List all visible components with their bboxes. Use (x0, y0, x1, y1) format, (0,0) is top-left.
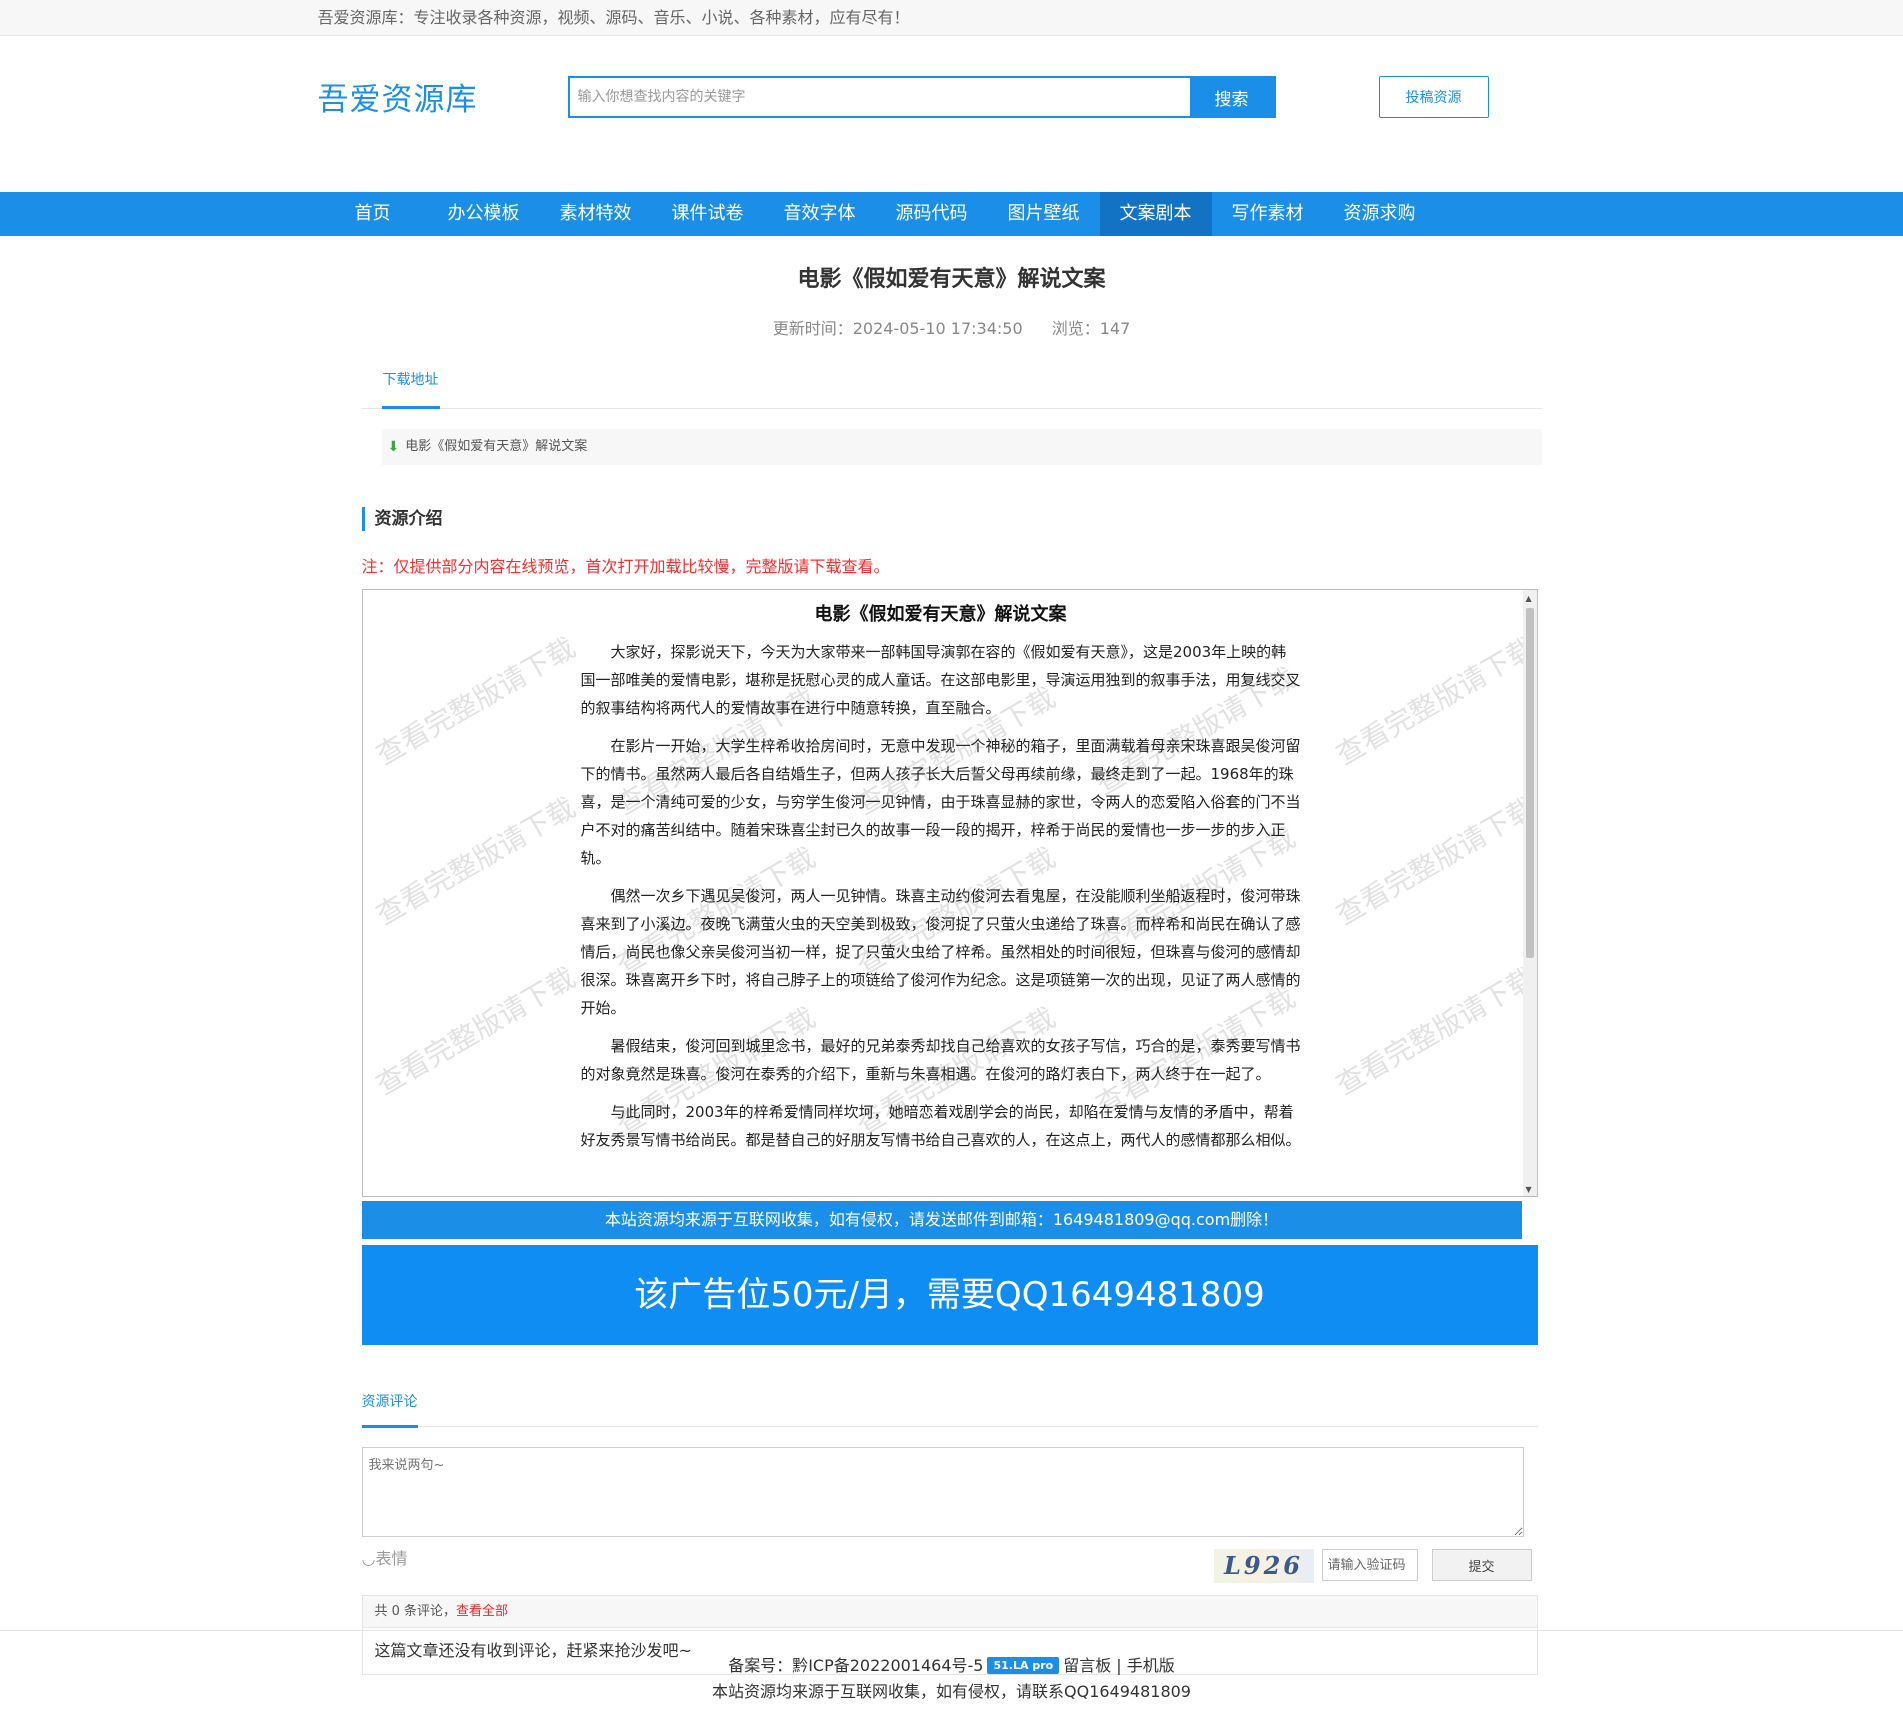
view-count: 浏览：147 (1051, 319, 1131, 338)
watermark: 查看完整版请下载 (1330, 791, 1538, 932)
comment-textarea[interactable] (361, 1447, 1524, 1537)
search-button[interactable]: 搜索 (1189, 78, 1274, 116)
nav-item-courseware[interactable]: 课件试卷 (652, 192, 764, 236)
top-bar: 吾爱资源库：专注收录各种资源，视频、源码、音乐、小说、各种素材，应有尽有！ (0, 0, 1903, 36)
article-meta: 更新时间：2024-05-10 17:34:50 浏览：147 (362, 315, 1542, 339)
nav-list: 首页 办公模板 素材特效 课件试卷 音效字体 源码代码 图片壁纸 文案剧本 写作… (302, 192, 1602, 236)
preview-note: 注：仅提供部分内容在线预览，首次打开加载比较慢，完整版请下载查看。 (361, 557, 890, 576)
comment-actions: ◡表情 L926 提交 (362, 1541, 1538, 1583)
nav-item-wallpapers[interactable]: 图片壁纸 (988, 192, 1100, 236)
nav-item-effects[interactable]: 素材特效 (540, 192, 652, 236)
51la-badge[interactable]: 51.LA pro (987, 1657, 1060, 1674)
captcha-image[interactable]: L926 (1213, 1549, 1314, 1583)
search-input[interactable] (569, 78, 1190, 116)
emoji-label: 表情 (375, 1549, 408, 1568)
watermark: 查看完整版请下载 (370, 631, 581, 772)
guestbook-link[interactable]: 留言板 (1063, 1656, 1111, 1675)
main-content: 电影《假如爱有天意》解说文案 更新时间：2024-05-10 17:34:50 … (361, 261, 1542, 1675)
footer-links: 备案号：黔ICP备2022001464号-5 51.LA pro 留言板 | 手机版 (0, 1653, 1903, 1679)
download-tabs: 下载地址 (361, 369, 1542, 409)
main-nav: 首页 办公模板 素材特效 课件试卷 音效字体 源码代码 图片壁纸 文案剧本 写作… (0, 192, 1903, 236)
site-footer: 备案号：黔ICP备2022001464号-5 51.LA pro 留言板 | 手机版… (0, 1630, 1903, 1705)
tab-comments[interactable]: 资源评论 (361, 1392, 418, 1428)
footer-separator: | (1116, 1656, 1122, 1675)
nav-item-writing[interactable]: 写作素材 (1212, 192, 1324, 236)
icp-link[interactable]: 备案号：黔ICP备2022001464号-5 (728, 1656, 983, 1675)
view-all-link[interactable]: 查看全部 (456, 1604, 508, 1619)
scroll-thumb[interactable] (1525, 608, 1534, 958)
ad-banner[interactable]: 该广告位50元/月，需要QQ1649481809 (361, 1245, 1538, 1345)
mobile-link[interactable]: 手机版 (1127, 1656, 1175, 1675)
preview-scrollbar[interactable]: ▲ ▼ (1522, 590, 1537, 1196)
download-link[interactable]: ⬇ 电影《假如爱有天意》解说文案 (381, 429, 1542, 465)
scroll-up-icon[interactable]: ▲ (1526, 594, 1532, 603)
download-link-label: 电影《假如爱有天意》解说文案 (405, 439, 588, 454)
document-preview[interactable]: 查看完整版请下载 查看完整版请下载 查看完整版请下载 查看完整版请下载 查看完整… (361, 589, 1538, 1197)
page-title: 电影《假如爱有天意》解说文案 (797, 267, 1106, 292)
comment-count: 共 0 条评论，查看全部 (362, 1596, 1537, 1628)
watermark: 查看完整版请下载 (370, 791, 581, 932)
nav-item-source-code[interactable]: 源码代码 (876, 192, 988, 236)
comment-count-text: 共 0 条评论， (374, 1604, 457, 1619)
nav-item-office-templates[interactable]: 办公模板 (428, 192, 540, 236)
nav-item-sounds-fonts[interactable]: 音效字体 (764, 192, 876, 236)
update-time: 更新时间：2024-05-10 17:34:50 (772, 319, 1023, 338)
site-logo[interactable]: 吾爱资源库 (318, 74, 478, 119)
nav-item-scripts[interactable]: 文案剧本 (1099, 192, 1212, 236)
search-bar: 搜索 (567, 76, 1276, 118)
preview-paragraph: 大家好，探影说天下，今天为大家带来一部韩国导演郭在容的《假如爱有天意》，这是20… (580, 643, 1301, 717)
tab-download[interactable]: 下载地址 (381, 369, 440, 409)
preview-paragraph: 偶然一次乡下遇见吴俊河，两人一见钟情。珠喜主动约俊河去看鬼屋，在没能顺利坐船返程… (580, 887, 1301, 1017)
nav-item-home[interactable]: 首页 (318, 192, 428, 236)
copyright-notice: 本站资源均来源于互联网收集，如有侵权，请发送邮件到邮箱：1649481809@q… (361, 1201, 1522, 1239)
intro-heading: 资源介绍 (361, 507, 1542, 531)
captcha-input[interactable] (1321, 1549, 1418, 1581)
comment-tabs: 资源评论 (361, 1391, 1538, 1428)
nav-item-requests[interactable]: 资源求购 (1324, 192, 1436, 236)
emoji-button[interactable]: ◡表情 (362, 1545, 408, 1569)
footer-disclaimer: 本站资源均来源于互联网收集，如有侵权，请联系QQ1649481809 (712, 1682, 1191, 1701)
preview-paragraph: 在影片一开始，大学生梓希收拾房间时，无意中发现一个神秘的箱子，里面满载着母亲宋珠… (580, 737, 1301, 867)
site-header: 吾爱资源库 搜索 投稿资源 (302, 36, 1602, 156)
download-arrow-icon: ⬇ (387, 439, 400, 455)
submit-resource-button[interactable]: 投稿资源 (1378, 76, 1489, 118)
preview-paragraph: 与此同时，2003年的梓希爱情同样坎坷，她暗恋着戏剧学会的尚民，却陷在爱情与友情… (580, 1103, 1301, 1149)
preview-paragraph: 暑假结束，俊河回到城里念书，最好的兄弟泰秀却找自己给喜欢的女孩子写信，巧合的是，… (580, 1037, 1301, 1083)
post-comment-button[interactable]: 提交 (1431, 1549, 1532, 1581)
watermark: 查看完整版请下载 (1330, 961, 1538, 1102)
top-bar-slogan: 吾爱资源库：专注收录各种资源，视频、源码、音乐、小说、各种素材，应有尽有！ (317, 8, 910, 27)
preview-document: 电影《假如爱有天意》解说文案 大家好，探影说天下，今天为大家带来一部韩国导演郭在… (581, 598, 1301, 1164)
watermark: 查看完整版请下载 (370, 961, 581, 1102)
smile-icon: ◡ (361, 1549, 376, 1568)
preview-doc-title: 电影《假如爱有天意》解说文案 (814, 604, 1067, 625)
watermark: 查看完整版请下载 (1330, 631, 1538, 772)
scroll-down-icon[interactable]: ▼ (1526, 1185, 1532, 1194)
